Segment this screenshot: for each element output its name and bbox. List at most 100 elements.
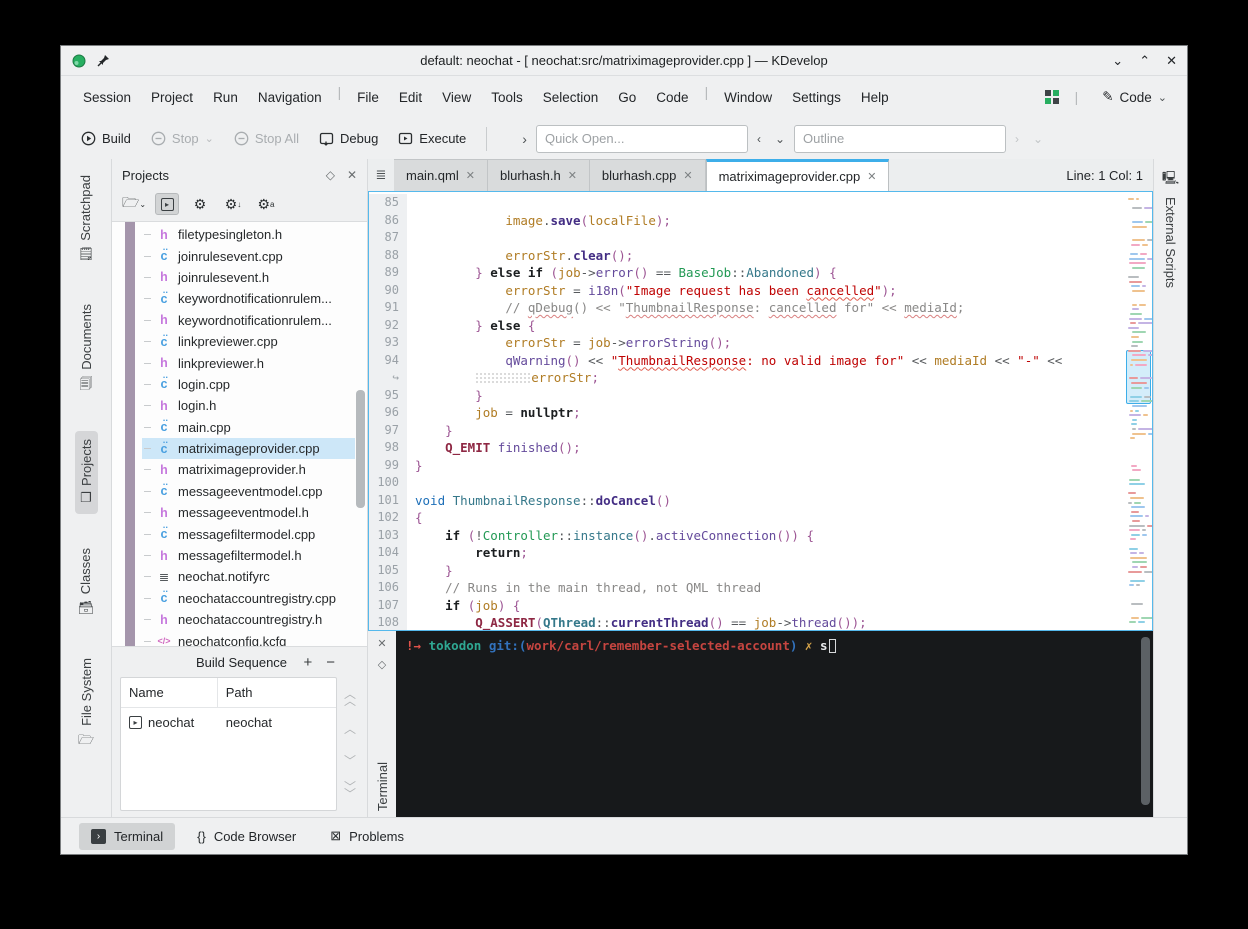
menu-item-settings[interactable]: Settings [782, 85, 851, 110]
quick-open-input[interactable] [536, 125, 748, 153]
sidebar-tab-file-system[interactable]: File System🗁 [74, 650, 98, 761]
move-top-icon[interactable]: ︿︿ [344, 691, 356, 705]
move-up-icon[interactable]: ︿ [344, 720, 356, 737]
editor-tab-blurhash-h[interactable]: blurhash.h ✕ [488, 159, 590, 191]
gear-icon[interactable]: ⚙ [188, 193, 212, 215]
sidebar-tab-projects[interactable]: Projects❐ [75, 431, 98, 515]
tree-item-matriximageprovider-h[interactable]: hmatriximageprovider.h [142, 459, 355, 480]
menu-item-window[interactable]: Window [714, 85, 782, 110]
menu-item-selection[interactable]: Selection [533, 85, 609, 110]
sidebar-tab-documents[interactable]: Documents🗐 [75, 296, 98, 405]
titlebar[interactable]: default: neochat - [ neochat:src/matrixi… [61, 46, 1187, 76]
tree-item-neochatconfig-kcfg[interactable]: </>neochatconfig.kcfg [142, 630, 355, 647]
tree-item-matriximageprovider-cpp[interactable]: c̈matriximageprovider.cpp [142, 438, 355, 459]
menu-item-file[interactable]: File [347, 85, 389, 110]
tree-item-login-h[interactable]: hlogin.h [142, 395, 355, 416]
menu-item-code[interactable]: Code [646, 85, 698, 110]
editor-tab-matriximageprovider-cpp[interactable]: matriximageprovider.cpp✕ [706, 159, 890, 191]
execute-button[interactable]: Execute [390, 126, 474, 151]
tree-scrollbar[interactable] [356, 390, 365, 508]
back-icon[interactable]: ‹ [752, 128, 766, 150]
gear-sync-icon[interactable]: ⚙↓ [221, 193, 245, 215]
close-tab-icon[interactable]: ✕ [466, 169, 475, 182]
menu-item-project[interactable]: Project [141, 85, 203, 110]
terminal-output[interactable]: !→ tokodon git:(work/carl/remember-selec… [396, 631, 1153, 817]
menu-item-navigation[interactable]: Navigation [248, 85, 332, 110]
close-panel-icon[interactable]: ✕ [347, 168, 357, 182]
tree-item-messagefiltermodel-h[interactable]: hmessagefiltermodel.h [142, 545, 355, 566]
menu-item-go[interactable]: Go [608, 85, 646, 110]
close-button[interactable]: ✕ [1166, 54, 1177, 67]
build-button[interactable]: Build [73, 126, 139, 151]
menu-item-help[interactable]: Help [851, 85, 899, 110]
terminal-vertical-label[interactable]: Terminal [375, 758, 390, 811]
close-tab-icon[interactable]: ✕ [683, 169, 692, 182]
menu-item-edit[interactable]: Edit [389, 85, 432, 110]
menu-item-session[interactable]: Session [73, 85, 141, 110]
float-panel-icon[interactable]: ◇ [326, 168, 335, 182]
remove-button[interactable]: − [326, 654, 335, 671]
close-toolview-icon[interactable]: ✕ [377, 637, 386, 650]
tree-item-filetypesingleton-h[interactable]: hfiletypesingleton.h [142, 224, 355, 245]
build-target-icon[interactable]: ▸ [155, 193, 179, 215]
tree-item-neochataccountregistry-cpp[interactable]: c̈neochataccountregistry.cpp [142, 588, 355, 609]
menu-item-tools[interactable]: Tools [481, 85, 533, 110]
tree-item-main-cpp[interactable]: c̈main.cpp [142, 417, 355, 438]
document-list-icon[interactable]: ≣ [368, 159, 394, 191]
column-header-name[interactable]: Name [121, 678, 218, 707]
sidebar-tab-scratchpad[interactable]: Scratchpad🗒 [74, 167, 99, 270]
maximize-button[interactable]: ⌃ [1139, 54, 1150, 67]
terminal-scrollbar[interactable] [1141, 637, 1150, 805]
debug-button[interactable]: Debug [311, 126, 386, 151]
projects-toolbar: 🗁⌄ ▸ ⚙ ⚙↓ ⚙a [112, 187, 367, 221]
outline-input[interactable] [794, 125, 1006, 153]
sidebar-tab-external-scripts[interactable]: 🖳External Scripts [1162, 169, 1179, 288]
bottom-tab-code-browser[interactable]: {}Code Browser [185, 823, 308, 850]
add-button[interactable]: + [303, 654, 312, 671]
code-editor[interactable]: 8586 image.save(localFile);8788 errorStr… [368, 191, 1153, 631]
chevron-down-icon[interactable]: ⌄ [770, 128, 790, 150]
tree-item-neochataccountregistry-h[interactable]: hneochataccountregistry.h [142, 609, 355, 630]
stop-button[interactable]: Stop ⌄ [143, 126, 222, 151]
quick-open-expand-icon[interactable]: › [517, 127, 532, 151]
pencil-icon: ✎ [1102, 89, 1113, 105]
menu-item-view[interactable]: View [432, 85, 481, 110]
open-configuration-icon[interactable]: 🗁⌄ [122, 193, 146, 215]
tree-item-login-cpp[interactable]: c̈login.cpp [142, 374, 355, 395]
gear-a-icon[interactable]: ⚙a [254, 193, 278, 215]
menu-item-run[interactable]: Run [203, 85, 248, 110]
problems-icon: ⊠ [330, 828, 341, 844]
tree-item-keywordnotificationrulem-[interactable]: hkeywordnotificationrulem... [142, 310, 355, 331]
close-tab-icon[interactable]: ✕ [867, 170, 876, 183]
tree-item-linkpreviewer-cpp[interactable]: c̈linkpreviewer.cpp [142, 331, 355, 352]
editor-tab-blurhash-cpp[interactable]: blurhash.cpp✕ [590, 159, 706, 191]
minimap[interactable] [1126, 192, 1152, 630]
working-set-code-button[interactable]: ✎ Code ⌄ [1094, 85, 1175, 109]
editor-tab-label: blurhash.h [500, 168, 561, 183]
tree-item-messageeventmodel-h[interactable]: hmessageeventmodel.h [142, 502, 355, 523]
minimize-button[interactable]: ⌄ [1112, 54, 1123, 67]
editor-tab-main-qml[interactable]: main.qml✕ [394, 159, 488, 191]
close-tab-icon[interactable]: ✕ [568, 169, 577, 182]
tree-item-linkpreviewer-h[interactable]: hlinkpreviewer.h [142, 352, 355, 373]
sidebar-tab-classes[interactable]: Classes🗃 [74, 540, 99, 623]
tree-item-messageeventmodel-cpp[interactable]: c̈messageeventmodel.cpp [142, 481, 355, 502]
column-header-path[interactable]: Path [218, 678, 261, 707]
tree-item-neochat-notifyrc[interactable]: ≣neochat.notifyrc [142, 566, 355, 587]
stop-all-button[interactable]: Stop All [226, 126, 307, 151]
tree-item-joinrulesevent-cpp[interactable]: c̈joinrulesevent.cpp [142, 245, 355, 266]
move-down-icon[interactable]: ﹀ [344, 752, 356, 769]
bottom-tab-terminal[interactable]: ›Terminal [79, 823, 175, 850]
table-row[interactable]: ▸neochatneochat [121, 708, 336, 737]
move-bottom-icon[interactable]: ﹀﹀ [344, 784, 356, 798]
chevron-down-icon[interactable]: ⌄ [1028, 128, 1048, 150]
bottom-tab-problems[interactable]: ⊠Problems [318, 822, 416, 850]
header-file-icon: h [156, 228, 172, 242]
tree-item-keywordnotificationrulem-[interactable]: c̈keywordnotificationrulem... [142, 288, 355, 309]
tree-item-messagefiltermodel-cpp[interactable]: c̈messagefiltermodel.cpp [142, 523, 355, 544]
float-toolview-icon[interactable]: ◇ [378, 658, 386, 671]
code-line: 99} [369, 457, 1126, 475]
forward-icon[interactable]: › [1010, 128, 1024, 150]
area-switcher-icon[interactable] [1045, 90, 1059, 104]
tree-item-joinrulesevent-h[interactable]: hjoinrulesevent.h [142, 267, 355, 288]
